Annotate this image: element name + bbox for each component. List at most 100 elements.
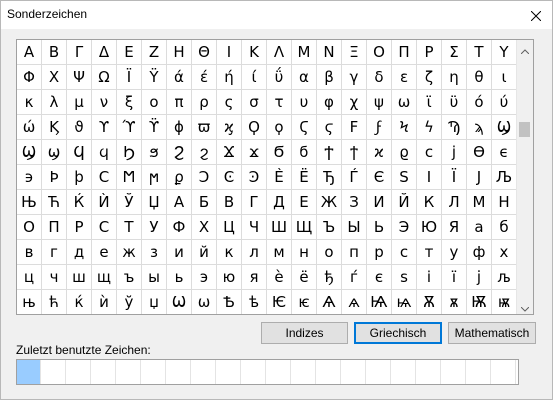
character-cell[interactable]: ш xyxy=(67,265,92,290)
character-cell[interactable]: υ xyxy=(292,90,317,115)
character-cell[interactable]: ѫ xyxy=(442,290,467,314)
character-cell[interactable]: Ф xyxy=(167,215,192,240)
character-cell[interactable]: ϸ xyxy=(67,165,92,190)
character-cell[interactable]: ѝ xyxy=(92,290,117,314)
character-cell[interactable]: Ѥ xyxy=(267,290,292,314)
character-cell[interactable]: ϱ xyxy=(392,140,417,165)
character-cell[interactable]: Ѩ xyxy=(367,290,392,314)
character-cell[interactable]: Ζ xyxy=(142,40,167,65)
character-cell[interactable]: ψ xyxy=(367,90,392,115)
character-cell[interactable]: ϩ xyxy=(192,140,217,165)
recent-character-slot[interactable] xyxy=(217,360,241,384)
character-cell[interactable]: Г xyxy=(242,190,267,215)
character-cell[interactable]: Ϲ xyxy=(92,165,117,190)
character-cell[interactable]: ϟ xyxy=(417,115,442,140)
character-cell[interactable]: д xyxy=(67,240,92,265)
scrollbar-thumb[interactable] xyxy=(519,122,530,137)
character-cell[interactable]: ѓ xyxy=(342,265,367,290)
character-cell[interactable]: ι xyxy=(492,65,517,90)
vertical-scrollbar[interactable] xyxy=(516,40,533,314)
character-cell[interactable]: Δ xyxy=(92,40,117,65)
recent-character-slot[interactable] xyxy=(117,360,141,384)
character-cell[interactable]: Ъ xyxy=(317,215,342,240)
character-cell[interactable]: δ xyxy=(367,65,392,90)
character-cell[interactable]: я xyxy=(242,265,267,290)
character-cell[interactable]: у xyxy=(442,240,467,265)
character-cell[interactable]: χ xyxy=(342,90,367,115)
character-cell[interactable]: Ϻ xyxy=(117,165,142,190)
character-cell[interactable]: Ц xyxy=(217,215,242,240)
character-cell[interactable]: Ϧ xyxy=(117,140,142,165)
character-cell[interactable]: ѕ xyxy=(392,265,417,290)
character-cell[interactable]: ѣ xyxy=(242,290,267,314)
character-cell[interactable]: Ϣ xyxy=(492,115,517,140)
character-cell[interactable]: О xyxy=(17,215,42,240)
character-cell[interactable]: Ѓ xyxy=(342,165,367,190)
character-cell[interactable]: ϒ xyxy=(92,115,117,140)
character-cell[interactable]: Ϫ xyxy=(217,140,242,165)
character-cell[interactable]: ί xyxy=(242,65,267,90)
character-cell[interactable]: ϥ xyxy=(92,140,117,165)
character-cell[interactable]: ϻ xyxy=(142,165,167,190)
character-cell[interactable]: Ё xyxy=(292,165,317,190)
character-cell[interactable]: Ѕ xyxy=(392,165,417,190)
character-cell[interactable]: Ν xyxy=(317,40,342,65)
character-cell[interactable]: ϵ xyxy=(492,140,517,165)
character-cell[interactable]: џ xyxy=(142,290,167,314)
character-cell[interactable]: Ї xyxy=(442,165,467,190)
recent-character-slot[interactable] xyxy=(492,360,516,384)
character-cell[interactable]: ϼ xyxy=(167,165,192,190)
character-cell[interactable]: Χ xyxy=(42,65,67,90)
character-cell[interactable]: Ћ xyxy=(42,190,67,215)
character-cell[interactable]: Κ xyxy=(242,40,267,65)
character-cell[interactable]: Π xyxy=(392,40,417,65)
character-cell[interactable]: Ϯ xyxy=(317,140,342,165)
character-cell[interactable]: п xyxy=(342,240,367,265)
indizes-button[interactable]: Indizes xyxy=(261,322,348,344)
character-cell[interactable]: Ϸ xyxy=(42,165,67,190)
character-cell[interactable]: ж xyxy=(117,240,142,265)
character-cell[interactable]: Ў xyxy=(117,190,142,215)
character-cell[interactable]: Ε xyxy=(117,40,142,65)
character-cell[interactable]: Ω xyxy=(92,65,117,90)
character-cell[interactable]: Ϝ xyxy=(342,115,367,140)
scroll-down-button[interactable] xyxy=(517,298,533,314)
character-cell[interactable]: Α xyxy=(17,40,42,65)
character-cell[interactable]: Ш xyxy=(267,215,292,240)
character-cell[interactable]: Н xyxy=(492,190,517,215)
character-cell[interactable]: Х xyxy=(192,215,217,240)
character-cell[interactable]: Μ xyxy=(292,40,317,65)
recent-character-slot[interactable] xyxy=(392,360,416,384)
character-cell[interactable]: ц xyxy=(17,265,42,290)
character-cell[interactable]: ϰ xyxy=(367,140,392,165)
character-cell[interactable]: Ѐ xyxy=(267,165,292,190)
character-cell[interactable]: С xyxy=(92,215,117,240)
character-cell[interactable]: Ю xyxy=(417,215,442,240)
character-cell[interactable]: ϫ xyxy=(242,140,267,165)
character-cell[interactable]: ы xyxy=(142,265,167,290)
character-cell[interactable]: ϡ xyxy=(467,115,492,140)
character-cell[interactable]: З xyxy=(342,190,367,215)
character-cell[interactable]: ϖ xyxy=(192,115,217,140)
character-cell[interactable]: ύ xyxy=(492,90,517,115)
character-cell[interactable]: А xyxy=(167,190,192,215)
character-cell[interactable]: ϗ xyxy=(217,115,242,140)
character-cell[interactable]: ϝ xyxy=(367,115,392,140)
recent-character-slot[interactable] xyxy=(467,360,491,384)
character-cell[interactable]: ϣ xyxy=(42,140,67,165)
character-cell[interactable]: Ͽ xyxy=(242,165,267,190)
recent-character-slot[interactable] xyxy=(342,360,366,384)
recent-character-slot[interactable] xyxy=(367,360,391,384)
character-cell[interactable]: φ xyxy=(317,90,342,115)
character-cell[interactable]: ά xyxy=(167,65,192,90)
character-cell[interactable]: ς xyxy=(217,90,242,115)
character-cell[interactable]: Η xyxy=(167,40,192,65)
character-cell[interactable]: Φ xyxy=(17,65,42,90)
recent-character-slot[interactable] xyxy=(192,360,216,384)
character-cell[interactable]: В xyxy=(217,190,242,215)
recent-character-slot[interactable] xyxy=(292,360,316,384)
character-cell[interactable]: ϳ xyxy=(442,140,467,165)
character-cell[interactable]: Ϙ xyxy=(242,115,267,140)
character-cell[interactable]: ω xyxy=(392,90,417,115)
character-cell[interactable]: ў xyxy=(117,290,142,314)
